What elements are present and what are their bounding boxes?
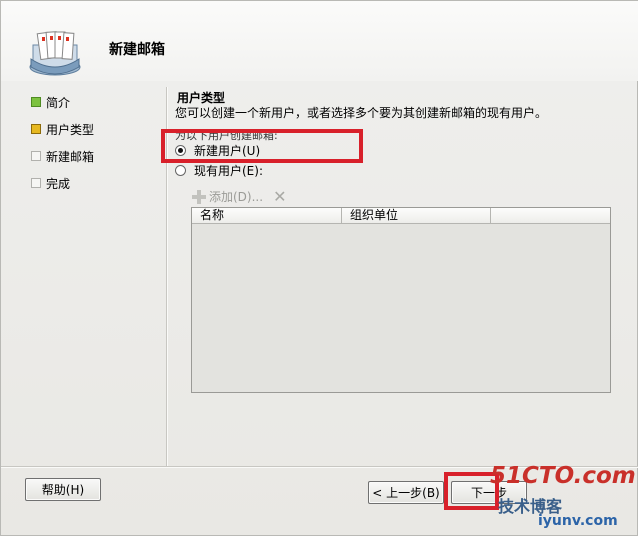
existing-user-label: 现有用户(E):: [194, 164, 263, 178]
footer-divider: [1, 466, 638, 467]
step-label: 完成: [46, 176, 71, 191]
wizard-header: 新建邮箱: [1, 1, 638, 81]
step-done-icon: [31, 97, 41, 107]
column-name[interactable]: 名称: [192, 208, 342, 224]
step-label: 简介: [46, 95, 71, 110]
add-button[interactable]: 添加(D)...: [209, 188, 263, 205]
help-button[interactable]: 帮助(H): [25, 478, 101, 501]
back-button[interactable]: < 上一步(B): [368, 481, 444, 504]
column-ou[interactable]: 组织单位: [342, 208, 491, 224]
highlight-box-next: [444, 472, 499, 510]
watermark-line3: iyunv.com: [538, 513, 618, 529]
existing-user-option[interactable]: 现有用户(E):: [175, 162, 263, 179]
grid-header: 名称 组织单位: [192, 208, 610, 224]
step-label: 新建邮箱: [46, 149, 95, 164]
section-description: 您可以创建一个新用户，或者选择多个要为其创建新邮箱的现有用户。: [175, 106, 548, 120]
mailbox-wizard-icon: [29, 31, 81, 76]
user-grid[interactable]: 名称 组织单位: [191, 207, 611, 393]
step-pending-icon: [31, 151, 41, 161]
step-pending-icon: [31, 178, 41, 188]
radio-unchecked[interactable]: [175, 165, 186, 176]
wizard-window: 新建邮箱 简介 用户类型 新建邮箱 完成 用户类型 您可以创建一个新用户，或者选…: [0, 0, 638, 536]
step-user-type[interactable]: 用户类型: [31, 120, 94, 138]
step-current-icon: [31, 124, 41, 134]
grid-toolbar: 添加(D)... ✕: [192, 187, 286, 206]
wizard-title: 新建邮箱: [109, 42, 165, 58]
highlight-box-new-user: [161, 129, 363, 163]
x-icon[interactable]: ✕: [273, 187, 286, 206]
step-intro[interactable]: 简介: [31, 93, 70, 111]
step-new-mailbox[interactable]: 新建邮箱: [31, 147, 94, 165]
step-label: 用户类型: [46, 122, 95, 137]
plus-icon: [192, 189, 206, 204]
step-finish[interactable]: 完成: [31, 174, 70, 192]
